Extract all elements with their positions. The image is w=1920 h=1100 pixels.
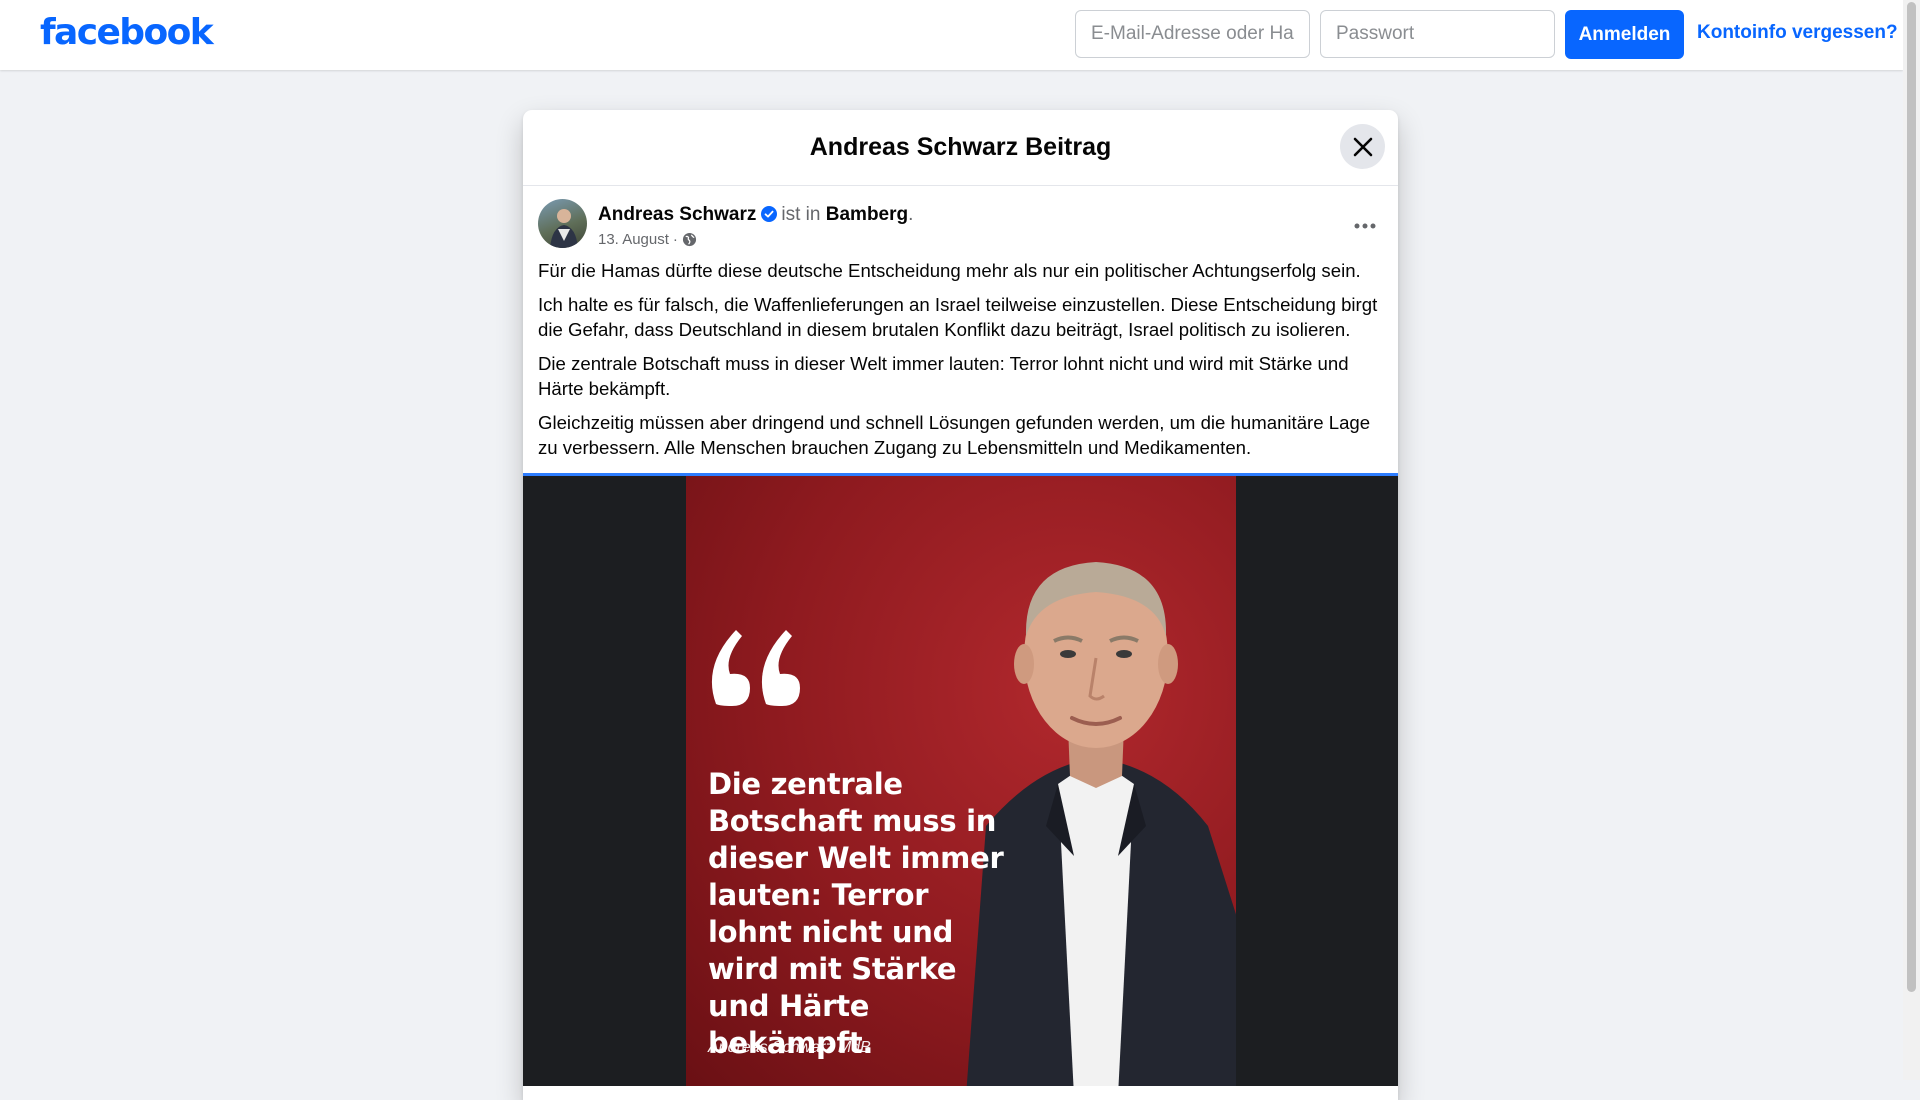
author-name[interactable]: Andreas Schwarz (598, 204, 756, 225)
location-suffix: . (908, 204, 914, 225)
post-date[interactable]: 13. August (598, 231, 669, 248)
top-navigation-bar: facebook Anmelden Kontoinfo vergessen? (0, 0, 1903, 70)
author-avatar[interactable] (538, 199, 587, 248)
login-button[interactable]: Anmelden (1565, 10, 1684, 59)
post-paragraph: Gleichzeitig müssen aber dringend und sc… (538, 412, 1371, 458)
location-prefix: ist in (781, 204, 821, 225)
post-options-button[interactable] (1347, 208, 1383, 244)
dialog-header: Andreas Schwarz Beitrag (523, 110, 1398, 186)
dialog-title: Andreas Schwarz Beitrag (809, 133, 1112, 161)
meta-separator: · (672, 231, 678, 248)
forgot-account-link[interactable]: Kontoinfo vergessen? (1697, 22, 1898, 44)
post-message: Für die Hamas dürfte diese deutsche Ents… (523, 258, 1398, 460)
quote-credit: Andreas Schwarz MdB (708, 1039, 871, 1056)
quote-text: Die zentrale Botschaft muss in dieser We… (708, 767, 1004, 1060)
facebook-logo[interactable]: facebook (40, 12, 214, 53)
quote-icon (711, 630, 800, 706)
post-dialog: Andreas Schwarz Beitrag Andreas Schwarz i… (523, 110, 1398, 1100)
email-input[interactable] (1075, 10, 1310, 58)
location-link[interactable]: Bamberg (826, 204, 908, 225)
post-paragraph: Ich halte es für falsch, die Waffenliefe… (538, 294, 1378, 340)
more-icon (1354, 223, 1376, 229)
post-paragraph: Die zentrale Botschaft muss in dieser We… (538, 353, 1349, 399)
post-header: Andreas Schwarz ist in Bamberg. 13. Augus… (523, 186, 1398, 258)
close-button[interactable] (1340, 124, 1385, 169)
page-scrollbar[interactable] (1903, 0, 1920, 1080)
quote-graphic: Die zentrale Botschaft muss in dieser We… (686, 476, 1236, 1086)
close-icon (1353, 137, 1372, 156)
author-line: Andreas Schwarz ist in Bamberg. (598, 204, 913, 226)
password-input[interactable] (1320, 10, 1555, 58)
post-image[interactable]: Die zentrale Botschaft muss in dieser We… (523, 476, 1398, 1086)
globe-icon (682, 232, 696, 247)
post-meta: 13. August · (598, 231, 697, 248)
scrollbar-thumb[interactable] (1907, 2, 1916, 992)
post-paragraph: Für die Hamas dürfte diese deutsche Ents… (538, 260, 1361, 281)
avatar-photo (550, 209, 578, 248)
verified-icon (761, 206, 778, 222)
